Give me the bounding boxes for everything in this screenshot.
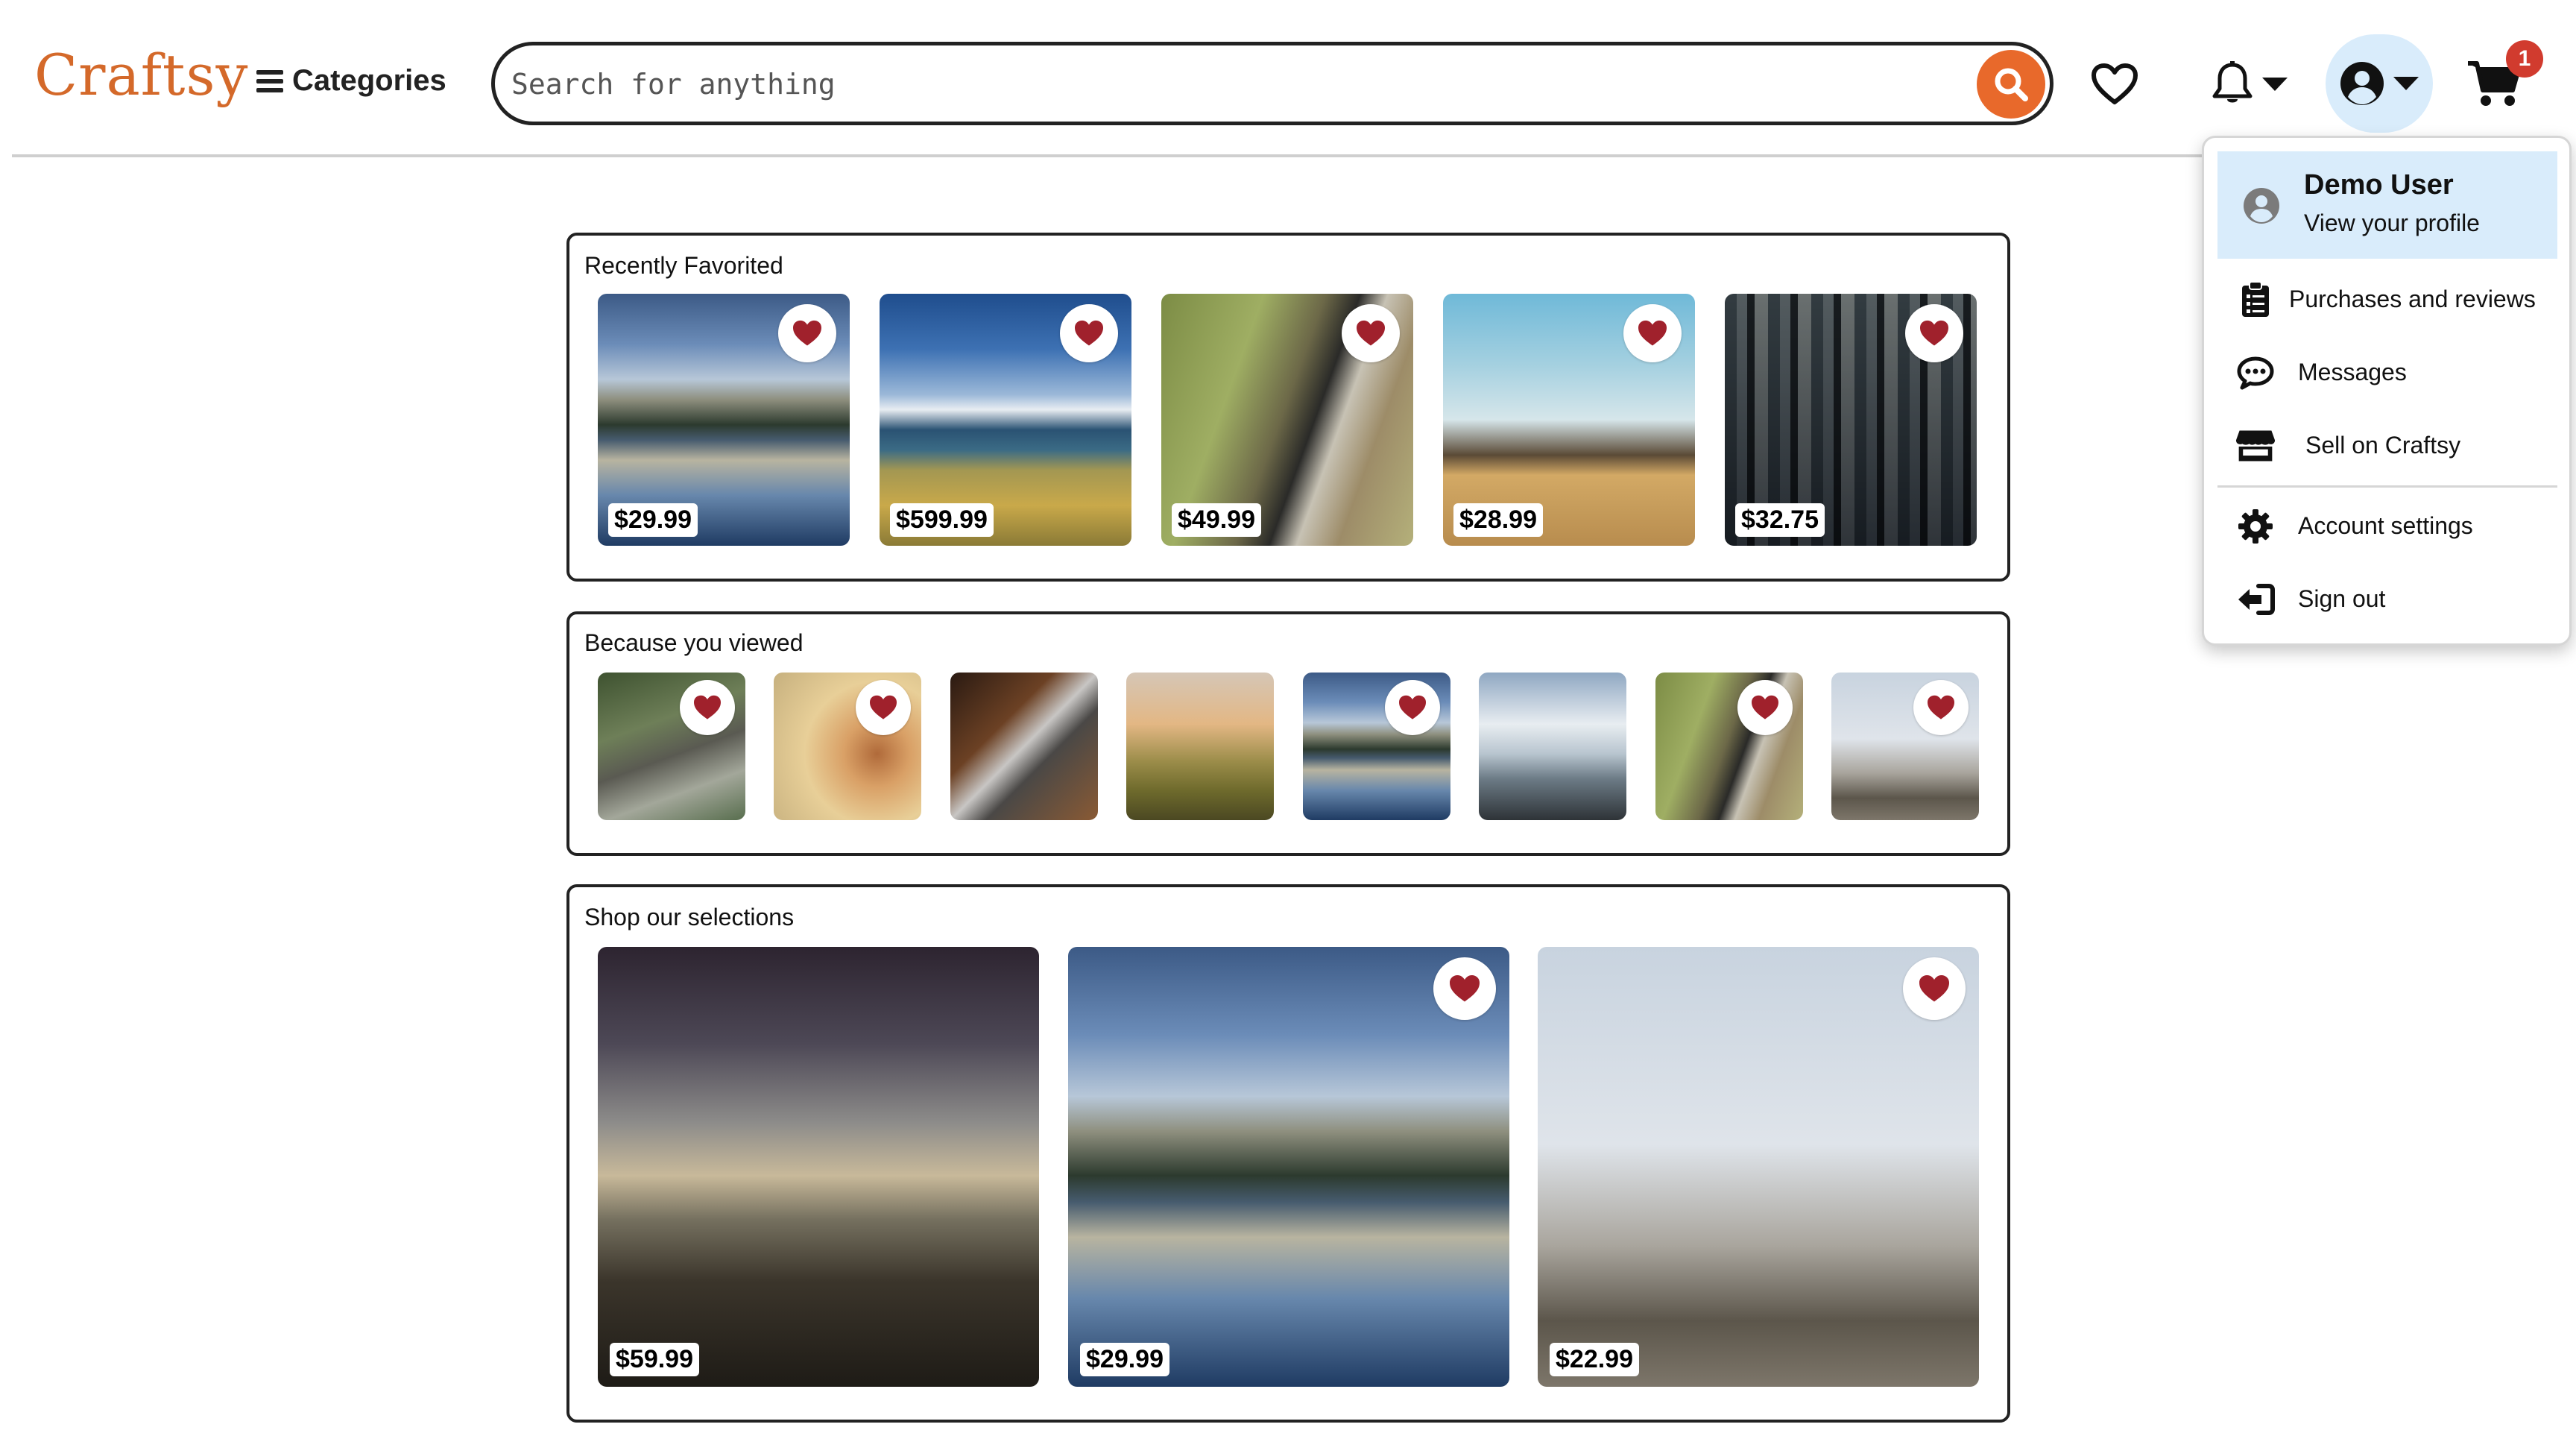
product-card[interactable]	[1303, 673, 1450, 820]
menu-item-messages[interactable]: Messages	[2217, 342, 2557, 402]
section-title: Shop our selections	[584, 904, 795, 930]
heart-icon	[1450, 975, 1480, 1002]
product-card[interactable]	[598, 673, 745, 820]
heart-icon	[1920, 320, 1948, 346]
product-card[interactable]: $29.99	[598, 294, 850, 546]
heart-icon	[1638, 320, 1667, 346]
product-card[interactable]: $28.99	[1443, 294, 1695, 546]
chevron-down-icon	[2262, 78, 2288, 91]
view-profile-label: View your profile	[2304, 210, 2480, 236]
price-tag: $28.99	[1453, 503, 1543, 537]
product-card[interactable]	[1479, 673, 1626, 820]
heart-icon	[694, 695, 721, 719]
favorite-button[interactable]	[778, 304, 836, 362]
clipboard-icon	[2242, 281, 2269, 317]
account-dropdown-menu: Demo User View your profile Purchases an…	[2202, 136, 2572, 646]
favorite-button[interactable]	[680, 680, 735, 735]
because-you-viewed-section: Because you viewed	[566, 611, 2010, 856]
product-card[interactable]: $59.99	[598, 947, 1039, 1387]
menu-item-label: Sign out	[2298, 585, 2386, 612]
search-button[interactable]	[1977, 50, 2045, 119]
categories-button[interactable]: Categories	[256, 64, 446, 98]
menu-item-label: Messages	[2298, 358, 2407, 385]
heart-outline-icon	[2092, 63, 2138, 104]
price-tag: $22.99	[1550, 1343, 1639, 1376]
product-card[interactable]	[1831, 673, 1979, 820]
craftsy-logo[interactable]: Craftsy	[34, 42, 248, 108]
heart-icon	[1752, 695, 1778, 719]
product-card[interactable]: $29.99	[1068, 947, 1509, 1387]
gear-icon	[2238, 509, 2273, 544]
bell-icon	[2212, 61, 2253, 103]
price-tag: $32.75	[1735, 503, 1825, 537]
avatar-icon	[2244, 188, 2279, 224]
favorite-button[interactable]	[1905, 304, 1963, 362]
section-title: Because you viewed	[584, 629, 804, 656]
favorite-button[interactable]	[856, 680, 911, 735]
menu-item-purchases[interactable]: Purchases and reviews	[2217, 269, 2557, 329]
user-circle-icon	[2340, 62, 2384, 105]
heart-icon	[1075, 320, 1103, 346]
notifications-button[interactable]	[2205, 57, 2294, 112]
favorite-button[interactable]	[1060, 304, 1118, 362]
header-divider	[12, 154, 2233, 157]
price-tag: $29.99	[608, 503, 698, 537]
price-tag: $49.99	[1172, 503, 1261, 537]
favorite-button[interactable]	[1342, 304, 1400, 362]
menu-item-settings[interactable]: Account settings	[2217, 496, 2557, 555]
favorite-button[interactable]	[1737, 680, 1793, 735]
search-input[interactable]	[511, 65, 1913, 104]
menu-item-label: Purchases and reviews	[2289, 285, 2536, 312]
favorites-button[interactable]	[2089, 58, 2141, 110]
product-card[interactable]	[950, 673, 1098, 820]
price-tag: $29.99	[1080, 1343, 1169, 1376]
product-card[interactable]: $49.99	[1161, 294, 1413, 546]
section-title: Recently Favorited	[584, 252, 783, 279]
heart-icon	[1928, 695, 1954, 719]
menu-item-sign-out[interactable]: Sign out	[2217, 569, 2557, 629]
price-tag: $599.99	[890, 503, 994, 537]
menu-item-label: Account settings	[2298, 511, 2473, 539]
heart-icon	[1399, 695, 1426, 719]
favorite-button[interactable]	[1913, 680, 1969, 735]
product-card[interactable]	[1126, 673, 1274, 820]
heart-icon	[793, 320, 821, 346]
product-card[interactable]	[1655, 673, 1803, 820]
sign-out-icon	[2238, 584, 2275, 615]
user-name: Demo User	[2304, 169, 2454, 201]
storefront-icon	[2235, 430, 2276, 462]
heart-icon	[1357, 320, 1385, 346]
shop-selections-section: Shop our selections $59.99 $29.99 $22.99	[566, 884, 2010, 1423]
product-card[interactable]: $22.99	[1538, 947, 1979, 1387]
product-card[interactable]: $599.99	[880, 294, 1131, 546]
favorite-button[interactable]	[1385, 680, 1440, 735]
product-card[interactable]: $32.75	[1725, 294, 1977, 546]
account-menu-button[interactable]	[2326, 34, 2433, 133]
favorite-button[interactable]	[1433, 957, 1496, 1020]
recently-favorited-section: Recently Favorited $29.99 $599.99 $49.99…	[566, 233, 2010, 582]
menu-divider	[2217, 485, 2557, 488]
chevron-down-icon	[2393, 77, 2419, 90]
search-bar	[491, 42, 2053, 125]
menu-item-sell[interactable]: Sell on Craftsy	[2217, 415, 2557, 475]
favorite-button[interactable]	[1623, 304, 1682, 362]
heart-icon	[1919, 975, 1949, 1002]
cart-count-badge: 1	[2506, 40, 2543, 78]
categories-label: Categories	[292, 64, 446, 97]
favorite-button[interactable]	[1903, 957, 1966, 1020]
heart-icon	[870, 695, 897, 719]
menu-item-label: Sell on Craftsy	[2305, 431, 2461, 459]
price-tag: $59.99	[610, 1343, 699, 1376]
search-icon	[1995, 68, 2028, 101]
profile-link[interactable]: Demo User View your profile	[2217, 151, 2557, 259]
top-header: Craftsy Categories Search for anything 1	[0, 0, 2576, 157]
chat-bubble-icon	[2237, 356, 2274, 390]
hamburger-icon	[256, 69, 283, 92]
product-card[interactable]	[774, 673, 921, 820]
